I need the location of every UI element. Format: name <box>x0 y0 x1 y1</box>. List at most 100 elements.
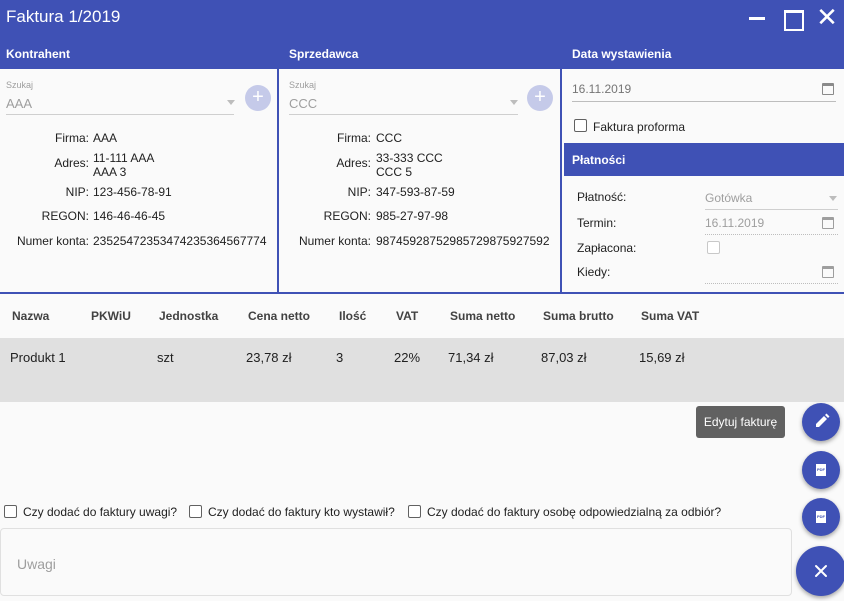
sprzedawca-search-label: Szukaj <box>289 80 317 90</box>
option-kto-wystawil-label: Czy dodać do faktury kto wystawił? <box>208 505 395 519</box>
konto-label: Numer konta: <box>298 234 371 248</box>
proforma-checkbox[interactable] <box>574 119 587 132</box>
option-odbior[interactable]: Czy dodać do faktury osobę odpowiedzialn… <box>408 505 721 519</box>
close-icon <box>815 565 827 577</box>
maximize-icon[interactable] <box>780 6 804 31</box>
termin-underline <box>705 234 838 235</box>
chevron-down-icon[interactable] <box>829 196 837 201</box>
section-header-platnosci: Płatności <box>564 143 844 176</box>
option-odbior-label: Czy dodać do faktury osobę odpowiedzialn… <box>427 505 722 519</box>
termin-label: Termin: <box>577 216 617 230</box>
kiedy-underline <box>705 283 838 284</box>
column-header[interactable]: Suma netto <box>450 309 515 323</box>
data-wystawienia-panel: 16.11.2019 Faktura proforma <box>564 69 844 293</box>
cell-suma-vat: 15,69 zł <box>639 350 685 365</box>
option-uwagi[interactable]: Czy dodać do faktury uwagi? <box>4 505 177 519</box>
cell-suma-brutto: 87,03 zł <box>541 350 587 365</box>
section-header-sprzedawca: Sprzedawca <box>281 36 564 69</box>
edit-tooltip: Edytuj fakturę <box>696 406 785 438</box>
nip-label: NIP: <box>347 185 371 199</box>
window-title: Faktura 1/2019 <box>6 7 121 26</box>
kiedy-label: Kiedy: <box>577 265 611 279</box>
termin-input[interactable]: 16.11.2019 <box>705 216 764 230</box>
sprzedawca-search-input[interactable]: CCC <box>289 96 317 111</box>
uwagi-placeholder: Uwagi <box>17 556 56 572</box>
firma-value: CCC <box>376 131 402 145</box>
firma-value: AAA <box>93 131 118 145</box>
calendar-icon[interactable] <box>822 217 834 229</box>
kto-wystawil-checkbox[interactable] <box>189 505 202 519</box>
kontrahent-search-underline <box>6 114 234 115</box>
column-header[interactable]: Cena netto <box>248 309 310 323</box>
cell-ilosc: 3 <box>336 350 344 365</box>
cell-suma-netto: 71,34 zł <box>448 350 494 365</box>
section-header-kontrahent: Kontrahent <box>0 36 281 69</box>
regon-value: 985-27-97-98 <box>376 209 449 223</box>
add-kontrahent-button[interactable]: + <box>245 85 271 111</box>
column-header[interactable]: Nazwa <box>12 309 49 323</box>
edit-invoice-button[interactable] <box>802 403 840 441</box>
konto-value: 23525472353474235364567774 <box>93 234 267 248</box>
nip-value: 347-593-87-59 <box>376 185 455 199</box>
platnosc-underline <box>705 209 838 210</box>
column-header[interactable]: VAT <box>396 309 418 323</box>
nip-label: NIP: <box>65 185 89 199</box>
adres-label: Adres: <box>54 156 89 170</box>
adres-line2: AAA 3 <box>93 165 127 179</box>
close-icon[interactable]: ✕ <box>815 4 839 30</box>
title-bar: Faktura 1/2019 ✕ <box>0 0 844 36</box>
pdf-button-2[interactable]: PDF <box>802 498 840 536</box>
calendar-icon[interactable] <box>822 266 834 278</box>
option-uwagi-label: Czy dodać do faktury uwagi? <box>23 505 178 519</box>
chevron-down-icon[interactable] <box>227 100 235 105</box>
column-header[interactable]: PKWiU <box>91 309 131 323</box>
kontrahent-panel: Szukaj AAA + Firma: AAA Adres: 11-111 AA… <box>0 69 279 293</box>
odbior-checkbox[interactable] <box>408 505 421 519</box>
firma-label: Firma: <box>55 131 89 145</box>
pdf-icon: PDF <box>816 464 826 476</box>
section-header-data-wystawienia: Data wystawienia <box>564 36 844 69</box>
option-kto-wystawil[interactable]: Czy dodać do faktury kto wystawił? <box>189 505 395 519</box>
zaplacona-label: Zapłacona: <box>577 241 637 255</box>
pencil-icon <box>816 413 830 427</box>
close-fab-button[interactable] <box>796 546 844 596</box>
regon-label: REGON: <box>41 209 89 223</box>
add-sprzedawca-button[interactable]: + <box>527 85 553 111</box>
firma-label: Firma: <box>337 131 371 145</box>
zaplacona-checkbox[interactable] <box>707 241 720 254</box>
calendar-icon[interactable] <box>822 83 834 95</box>
table-header: Nazwa PKWiU Jednostka Cena netto Ilość V… <box>0 294 844 338</box>
platnosc-label: Płatność: <box>577 190 627 204</box>
uwagi-checkbox[interactable] <box>4 505 17 519</box>
regon-label: REGON: <box>323 209 371 223</box>
column-header[interactable]: Ilość <box>339 309 366 323</box>
cell-nazwa: Produkt 1 <box>10 350 66 365</box>
adres-line1: 11-111 AAA <box>93 151 155 165</box>
date-input[interactable]: 16.11.2019 <box>572 82 631 96</box>
column-header[interactable]: Suma VAT <box>641 309 699 323</box>
uwagi-textarea[interactable]: Uwagi <box>0 528 792 596</box>
column-header[interactable]: Jednostka <box>159 309 218 323</box>
adres-line1: 33-333 CCC <box>376 151 443 165</box>
pdf-button[interactable]: PDF <box>802 451 840 489</box>
proforma-label: Faktura proforma <box>593 120 686 134</box>
konto-value: 98745928752985729875927592 <box>376 234 550 248</box>
chevron-down-icon[interactable] <box>510 100 518 105</box>
kontrahent-search-input[interactable]: AAA <box>6 96 32 111</box>
adres-label: Adres: <box>336 156 371 170</box>
adres-line2: CCC 5 <box>376 165 413 179</box>
kontrahent-search-label: Szukaj <box>6 80 34 90</box>
date-underline <box>572 101 836 102</box>
cell-cena-netto: 23,78 zł <box>246 350 292 365</box>
sprzedawca-search-underline <box>289 114 518 115</box>
konto-label: Numer konta: <box>16 234 89 248</box>
nip-value: 123-456-78-91 <box>93 185 172 199</box>
cell-vat: 22% <box>394 350 421 365</box>
minimize-icon[interactable] <box>745 6 769 30</box>
sprzedawca-panel: Szukaj CCC + Firma: CCC Adres: 33-333 CC… <box>281 69 562 293</box>
column-header[interactable]: Suma brutto <box>543 309 614 323</box>
cell-jednostka: szt <box>157 350 174 365</box>
regon-value: 146-46-46-45 <box>93 209 166 223</box>
platnosc-select[interactable]: Gotówka <box>705 191 752 205</box>
table-row[interactable]: Produkt 1 szt 23,78 zł 3 22% 71,34 zł 87… <box>0 338 844 402</box>
